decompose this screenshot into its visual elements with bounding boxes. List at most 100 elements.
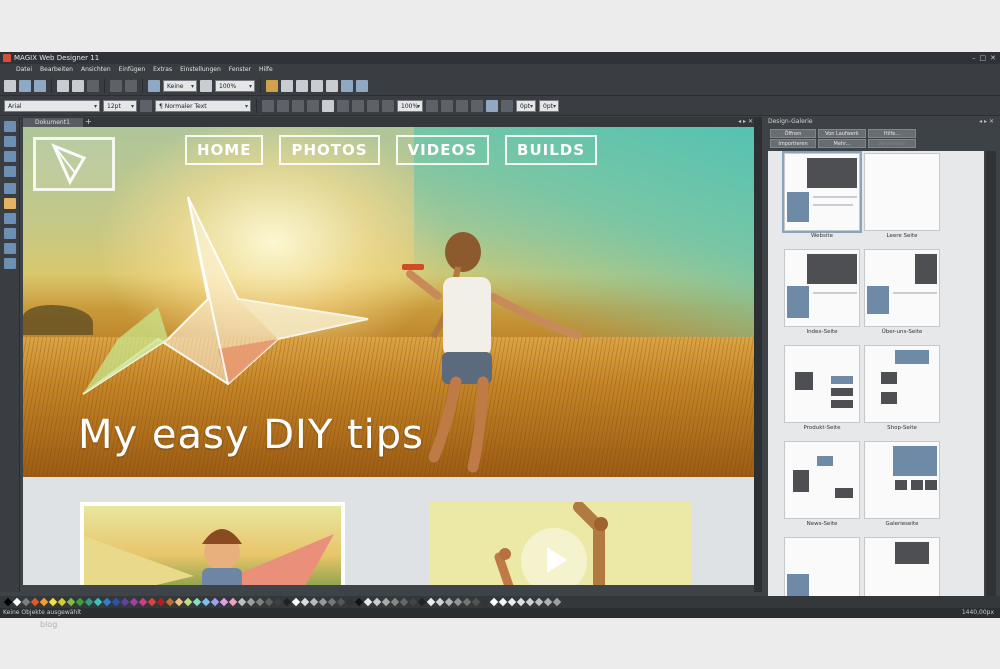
color-swatch[interactable] xyxy=(318,597,328,607)
color-swatch[interactable] xyxy=(165,597,175,607)
menu-view[interactable]: Ansichten xyxy=(81,64,111,76)
layers-icon[interactable] xyxy=(296,79,308,92)
zoom-mode-select[interactable]: Keine xyxy=(163,79,197,93)
save-icon[interactable] xyxy=(34,79,46,92)
template-empty-page[interactable] xyxy=(864,153,940,231)
template-product-page[interactable] xyxy=(784,345,860,423)
color-swatch[interactable] xyxy=(309,597,319,607)
color-swatch[interactable] xyxy=(507,597,517,607)
color-swatch[interactable] xyxy=(390,597,400,607)
indent-increase-icon[interactable] xyxy=(471,99,483,112)
paragraph-icon[interactable] xyxy=(140,99,152,112)
design-canvas[interactable]: HOME PHOTOS VIDEOS BUILDS My easy DIY ti… xyxy=(23,127,754,585)
template-thumbnail[interactable] xyxy=(864,537,940,597)
menu-insert[interactable]: Einfügen xyxy=(119,64,145,76)
color-swatch[interactable] xyxy=(471,597,481,607)
color-swatch[interactable] xyxy=(120,597,130,607)
color-swatch[interactable] xyxy=(192,597,202,607)
fill-tool-icon[interactable] xyxy=(4,213,16,224)
template-news-page[interactable] xyxy=(784,441,860,519)
template-index-page[interactable] xyxy=(784,249,860,327)
color-swatch[interactable] xyxy=(129,597,139,607)
template-gallery-page[interactable] xyxy=(864,441,940,519)
link-icon[interactable] xyxy=(311,79,323,92)
text-style-select[interactable]: ¶ Normaler Text xyxy=(155,99,251,113)
color-swatch[interactable] xyxy=(552,597,562,607)
nav-photos[interactable]: PHOTOS xyxy=(279,135,380,165)
color-swatch[interactable] xyxy=(264,597,274,607)
color-swatch[interactable] xyxy=(147,597,157,607)
from-drive-button[interactable]: Von Laufwerk xyxy=(818,129,866,138)
template-shop-page[interactable] xyxy=(864,345,940,423)
color-swatch[interactable] xyxy=(66,597,76,607)
template-website[interactable] xyxy=(782,151,862,233)
new-icon[interactable] xyxy=(4,79,16,92)
redo-icon[interactable] xyxy=(125,79,137,92)
site-logo[interactable] xyxy=(33,137,115,191)
color-swatch[interactable] xyxy=(381,597,391,607)
shadow-tool-icon[interactable] xyxy=(4,243,16,254)
nav-home[interactable]: HOME xyxy=(185,135,264,165)
color-swatch[interactable] xyxy=(111,597,121,607)
color-swatch[interactable] xyxy=(282,597,292,607)
menu-edit[interactable]: Bearbeiten xyxy=(40,64,73,76)
document-tab[interactable]: Dokument1 xyxy=(23,118,83,127)
color-swatch[interactable] xyxy=(93,597,103,607)
search-icon[interactable] xyxy=(356,79,368,92)
color-swatch[interactable] xyxy=(516,597,526,607)
color-swatch[interactable] xyxy=(30,597,40,607)
import-button[interactable]: Importieren xyxy=(770,139,816,148)
publish-icon[interactable] xyxy=(341,79,353,92)
menu-help[interactable]: Hilfe xyxy=(259,64,273,76)
template-thumbnail[interactable] xyxy=(784,537,860,597)
zoom-icon[interactable] xyxy=(200,79,212,92)
menu-file[interactable]: Datei xyxy=(16,64,32,76)
undo-icon[interactable] xyxy=(110,79,122,92)
color-swatch[interactable] xyxy=(345,597,355,607)
color-swatch[interactable] xyxy=(408,597,418,607)
justify-icon[interactable] xyxy=(367,99,379,112)
line-tool-icon[interactable] xyxy=(4,166,16,177)
color-swatch[interactable] xyxy=(435,597,445,607)
color-swatch[interactable] xyxy=(543,597,553,607)
color-swatch[interactable] xyxy=(300,597,310,607)
color-swatch[interactable] xyxy=(84,597,94,607)
color-swatch[interactable] xyxy=(156,597,166,607)
bold-icon[interactable] xyxy=(262,99,274,112)
color-swatch[interactable] xyxy=(426,597,436,607)
maximize-button[interactable]: □ xyxy=(980,52,987,64)
color-swatch[interactable] xyxy=(210,597,220,607)
color-swatch[interactable] xyxy=(174,597,184,607)
color-swatch[interactable] xyxy=(102,597,112,607)
zoom-percent-select[interactable]: 100% xyxy=(215,79,255,93)
use-button[interactable]: Verwenden xyxy=(868,139,916,148)
spacing-after-input[interactable]: 0pt xyxy=(539,99,559,113)
color-swatch[interactable] xyxy=(291,597,301,607)
nav-videos[interactable]: VIDEOS xyxy=(395,135,490,165)
color-swatch[interactable] xyxy=(48,597,58,607)
color-swatch[interactable] xyxy=(201,597,211,607)
preview-icon[interactable] xyxy=(326,79,338,92)
color-swatch[interactable] xyxy=(417,597,427,607)
align-center-icon[interactable] xyxy=(337,99,349,112)
color-swatch[interactable] xyxy=(237,597,247,607)
align-right-icon[interactable] xyxy=(352,99,364,112)
color-swatch[interactable] xyxy=(21,597,31,607)
transform-icon[interactable] xyxy=(148,79,160,92)
zoom-tool-icon[interactable] xyxy=(4,258,16,269)
color-swatch[interactable] xyxy=(525,597,535,607)
color-swatch[interactable] xyxy=(336,597,346,607)
font-select[interactable]: Arial xyxy=(4,99,100,113)
menu-extras[interactable]: Extras xyxy=(153,64,172,76)
transparency-tool-icon[interactable] xyxy=(4,228,16,239)
text-tool-icon[interactable] xyxy=(4,136,16,147)
help-button[interactable]: Hilfe... xyxy=(868,129,916,138)
copy-icon[interactable] xyxy=(57,79,69,92)
image-icon[interactable] xyxy=(266,79,278,92)
play-icon[interactable] xyxy=(521,528,587,585)
color-swatch[interactable] xyxy=(219,597,229,607)
color-swatch[interactable] xyxy=(498,597,508,607)
color-swatch[interactable] xyxy=(228,597,238,607)
color-swatch[interactable] xyxy=(453,597,463,607)
list-icon[interactable] xyxy=(426,99,438,112)
